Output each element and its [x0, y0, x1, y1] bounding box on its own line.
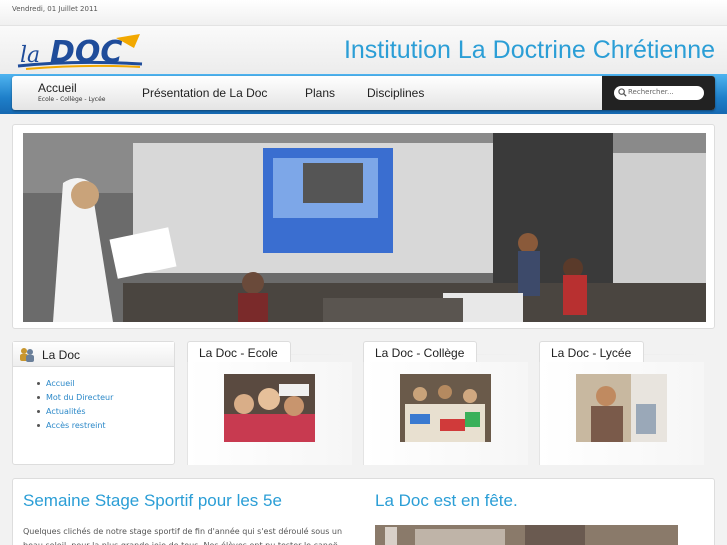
lycee-photo[interactable]	[576, 374, 667, 442]
top-bar: Vendredi, 01 Juillet 2011	[0, 0, 727, 26]
current-date: Vendredi, 01 Juillet 2011	[12, 5, 98, 13]
nav-item-home[interactable]: Accueil Ecole - Collège - Lycée	[38, 81, 106, 103]
logo-la: la	[20, 43, 40, 68]
college-panel-body	[363, 362, 528, 465]
sidebar-item-actualites[interactable]: Actualités	[37, 407, 113, 416]
nav-item-plans[interactable]: Plans	[305, 86, 335, 100]
lycee-panel: La Doc - Lycée	[539, 341, 704, 465]
tab-college[interactable]: La Doc - Collège	[363, 341, 478, 363]
college-photo[interactable]	[400, 374, 491, 442]
search-placeholder: Rechercher...	[628, 88, 674, 96]
nav-item-disciplines[interactable]: Disciplines	[367, 86, 424, 100]
article-title-sport[interactable]: Semaine Stage Sportif pour les 5e	[23, 491, 282, 511]
ecole-panel: La Doc - Ecole	[187, 341, 352, 465]
sidebar-item-accueil[interactable]: Accueil	[37, 379, 113, 388]
classroom-photo	[23, 133, 706, 322]
site-header: la DOC Institution La Doctrine Chrétienn…	[0, 26, 727, 74]
sidebar-header: La Doc	[13, 342, 174, 367]
ecole-photo[interactable]	[224, 374, 315, 442]
sidebar-menu: La Doc Accueil Mot du Directeur Actualit…	[12, 341, 175, 465]
lycee-panel-body	[539, 362, 704, 465]
nav-bar: Accueil Ecole - Collège - Lycée Présenta…	[0, 74, 727, 114]
people-icon	[20, 348, 34, 362]
nav-home-sub: Ecole - Collège - Lycée	[38, 96, 106, 103]
college-tab-header: La Doc - Collège	[363, 341, 528, 363]
lycee-tab-header: La Doc - Lycée	[539, 341, 704, 363]
article-title-fete[interactable]: La Doc est en fête.	[375, 491, 518, 511]
tab-ecole[interactable]: La Doc - Ecole	[187, 341, 291, 363]
sidebar-list: Accueil Mot du Directeur Actualités Accè…	[37, 379, 113, 435]
tab-lycee[interactable]: La Doc - Lycée	[539, 341, 645, 363]
site-title: Institution La Doctrine Chrétienne	[343, 36, 715, 64]
search-area: Rechercher...	[602, 76, 715, 110]
logo-doc: DOC	[50, 35, 122, 70]
search-icon	[618, 88, 627, 97]
nav-home-label: Accueil	[38, 81, 77, 95]
ladoc-logo[interactable]: la DOC	[16, 26, 146, 74]
sidebar-item-acces-restreint[interactable]: Accès restreint	[37, 421, 113, 430]
articles-section: Semaine Stage Sportif pour les 5e Quelqu…	[12, 478, 715, 545]
nav-item-presentation[interactable]: Présentation de La Doc	[142, 86, 267, 100]
college-panel: La Doc - Collège	[363, 341, 528, 465]
ecole-tab-header: La Doc - Ecole	[187, 341, 352, 363]
hero-banner	[12, 124, 715, 329]
ecole-panel-body	[187, 362, 352, 465]
article-text-sport: Quelques clichés de notre stage sportif …	[23, 527, 343, 545]
main-menu: Accueil Ecole - Collège - Lycée Présenta…	[12, 76, 715, 110]
sidebar-title: La Doc	[42, 348, 81, 362]
fete-photo[interactable]	[375, 525, 678, 545]
sidebar-item-mot-du-directeur[interactable]: Mot du Directeur	[37, 393, 113, 402]
search-input[interactable]: Rechercher...	[614, 86, 704, 100]
